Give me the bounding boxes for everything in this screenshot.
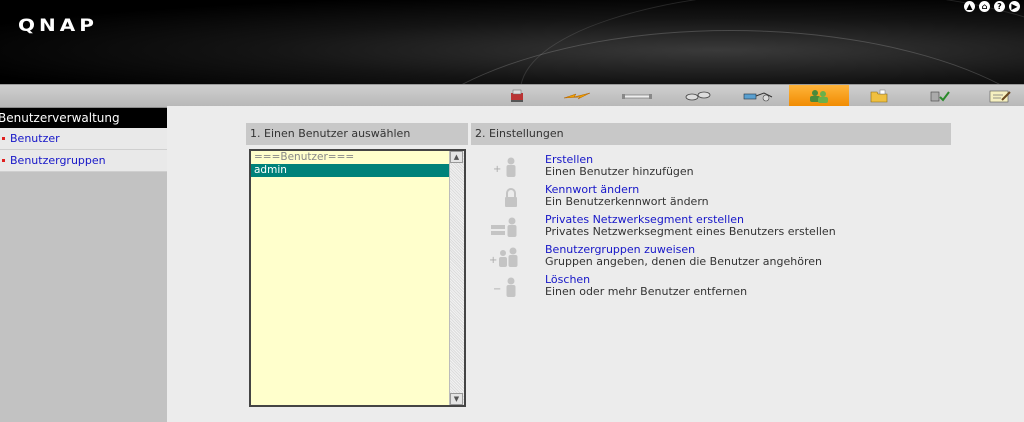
sidebar-title: Benutzerverwaltung [0,108,167,128]
action-assign-groups[interactable]: + Benutzergruppen zuweisen Gruppen angeb… [489,243,909,273]
header-banner: QNAP ▲ ⌂ ? ▶ [0,0,1024,84]
list-header-option[interactable]: ===Benutzer=== [251,151,464,164]
private-network-icon [487,215,521,241]
assign-group-icon: + [487,245,521,271]
system-settings-icon[interactable] [547,85,607,107]
bullet-icon [2,159,5,162]
svg-text:−: − [493,284,501,295]
sidebar-item-benutzergruppen[interactable]: Benutzergruppen [0,150,167,172]
up-icon[interactable]: ▲ [964,1,975,12]
sidebar: Benutzerverwaltung Benutzer Benutzergrup… [0,108,167,422]
sidebar-item-label: Benutzergruppen [10,154,106,167]
action-description: Privates Netzwerksegment eines Benutzers… [545,225,836,238]
remove-user-icon: − [487,275,521,301]
action-create-user[interactable]: + Erstellen Einen Benutzer hinzufügen [489,153,909,183]
action-private-network[interactable]: Privates Netzwerksegment erstellen Priva… [489,213,909,243]
logout-icon[interactable]: ▶ [1009,1,1020,12]
listbox-scrollbar[interactable]: ▲ ▼ [449,151,464,405]
action-description: Gruppen angeben, denen die Benutzer ange… [545,255,822,268]
svg-text:+: + [489,255,497,266]
shared-folders-icon[interactable] [849,85,909,107]
qnap-logo: QNAP [18,14,98,36]
step2-heading: 2. Einstellungen [471,123,951,145]
main-panel: 1. Einen Benutzer auswählen 2. Einstellu… [167,106,1024,422]
scroll-up-arrow-icon[interactable]: ▲ [450,151,463,163]
disk-management-icon[interactable] [607,85,667,107]
scroll-down-arrow-icon[interactable]: ▼ [450,393,463,405]
overview-icon[interactable] [487,85,547,107]
sidebar-item-label: Benutzer [10,132,60,145]
user-management-icon[interactable] [789,85,849,107]
user-listbox[interactable]: ===Benutzer=== admin ▲ ▼ [249,149,466,407]
network-icon[interactable] [668,85,728,107]
lock-icon [487,185,521,211]
network-services-icon[interactable] [728,85,788,107]
sidebar-item-benutzer[interactable]: Benutzer [0,128,167,150]
user-option-admin[interactable]: admin [251,164,450,177]
svg-text:+: + [493,164,501,175]
action-description: Ein Benutzerkennwort ändern [545,195,709,208]
action-description: Einen oder mehr Benutzer entfernen [545,285,748,298]
system-tools-icon[interactable] [910,85,970,107]
action-change-password[interactable]: Kennwort ändern Ein Benutzerkennwort änd… [489,183,909,213]
help-icon[interactable]: ? [994,1,1005,12]
add-user-icon: + [487,155,521,181]
action-delete-user[interactable]: − Löschen Einen oder mehr Benutzer entfe… [489,273,909,303]
header-arc-decoration [520,0,1024,84]
system-logs-icon[interactable] [970,85,1024,107]
home-icon[interactable]: ⌂ [979,1,990,12]
main-toolbar [0,84,1024,108]
step1-heading: 1. Einen Benutzer auswählen [246,123,468,145]
top-icon-bar: ▲ ⌂ ? ▶ [964,1,1020,12]
bullet-icon [2,137,5,140]
action-description: Einen Benutzer hinzufügen [545,165,694,178]
